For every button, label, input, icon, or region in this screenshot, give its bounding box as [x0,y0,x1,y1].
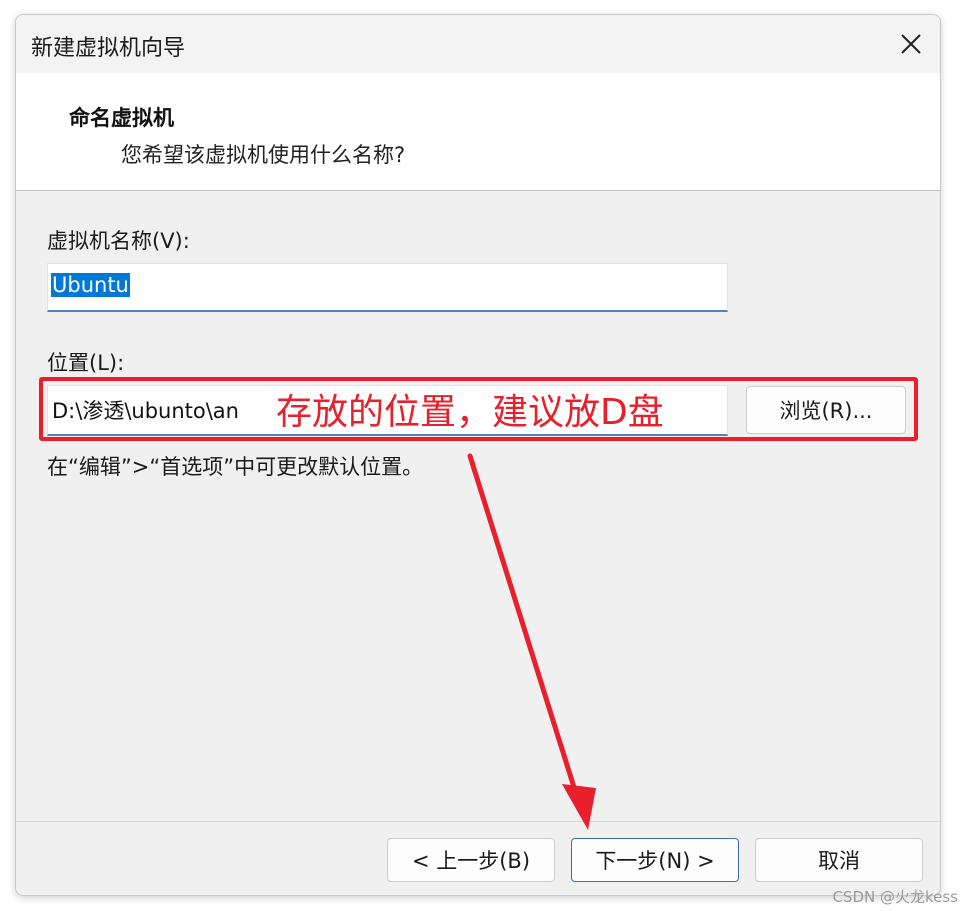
cancel-button[interactable]: 取消 [755,838,923,882]
back-button[interactable]: < 上一步(B) [387,838,555,882]
annotation-text: 存放的位置，建议放D盘 [276,392,664,433]
close-button[interactable] [882,15,940,73]
window-title: 新建虚拟机向导 [31,36,186,61]
close-icon [901,34,921,54]
vm-name-value: Ubuntu [51,273,130,297]
watermark: CSDN @火龙kess [832,888,958,906]
title-bar: 新建虚拟机向导 [16,15,940,73]
vm-name-input[interactable]: Ubuntu [47,263,728,312]
browse-button[interactable]: 浏览(R)... [746,386,906,434]
wizard-header: 命名虚拟机 您希望该虚拟机使用什么名称? [16,73,940,191]
page-title: 命名虚拟机 [69,106,174,130]
footer-divider [16,821,940,822]
default-location-hint: 在“编辑”>“首选项”中可更改默认位置。 [47,455,424,479]
location-label: 位置(L): [47,351,125,375]
vm-name-label: 虚拟机名称(V): [47,229,190,253]
next-button[interactable]: 下一步(N) > [571,838,739,882]
location-value: D:\渗透\ubunto\an [52,399,239,423]
page-subtitle: 您希望该虚拟机使用什么名称? [121,143,406,167]
new-vm-wizard-dialog: 新建虚拟机向导 命名虚拟机 您希望该虚拟机使用什么名称? 虚拟机名称(V): U… [15,14,941,896]
